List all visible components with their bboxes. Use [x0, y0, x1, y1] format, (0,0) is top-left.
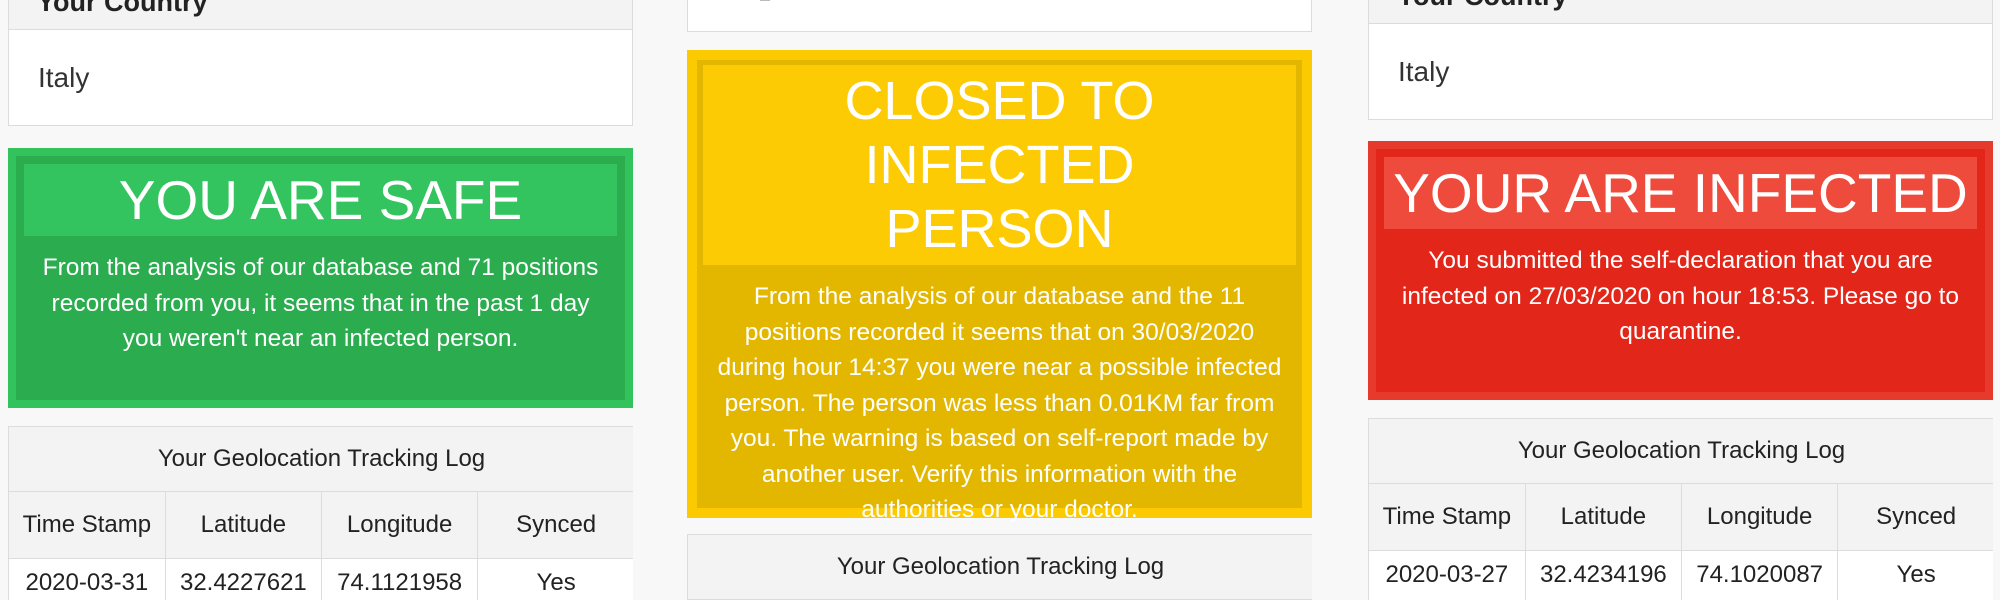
log-title: Your Geolocation Tracking Log — [688, 535, 1312, 600]
country-header: Your Country — [9, 0, 632, 30]
status-message: From the analysis of our database and th… — [717, 283, 1282, 523]
log-table: Time Stamp Latitude Longitude Synced 202… — [1369, 484, 1993, 600]
geolocation-log: Your Geolocation Tracking Log — [687, 534, 1312, 600]
table-row: 2020-03-31 32.4227621 74.1121958 Yes — [9, 558, 633, 600]
cell-timestamp: 2020-03-27 — [1369, 550, 1526, 600]
country-value: Italy — [1398, 56, 1450, 87]
cell-synced: Yes — [1896, 561, 1936, 588]
panel-safe: Your Country Italy YOU ARE SAFE From the… — [8, 0, 633, 600]
geolocation-log: Your Geolocation Tracking Log Time Stamp… — [1368, 418, 1993, 600]
country-header: Your Country — [1369, 0, 1992, 24]
status-title: YOUR ARE INFECTED — [1384, 157, 1977, 229]
log-title: Your Geolocation Tracking Log — [1369, 419, 1993, 484]
status-message: From the analysis of our database and 71… — [42, 254, 599, 352]
col-timestamp: Time Stamp — [1369, 484, 1526, 551]
top-card — [687, 0, 1312, 32]
status-infected-card: YOUR ARE INFECTED You submitted the self… — [1368, 141, 1993, 400]
status-title: CLOSED TO INFECTED PERSON — [703, 65, 1296, 265]
cell-longitude: 74.1121958 — [321, 558, 479, 600]
status-warning-card: CLOSED TO INFECTED PERSON From the analy… — [687, 50, 1312, 523]
status-title-line2: PERSON — [885, 199, 1114, 259]
col-latitude: Latitude — [1525, 484, 1683, 551]
status-message: You submitted the self-declaration that … — [1401, 247, 1960, 345]
country-card: Your Country Italy — [1368, 0, 1993, 120]
col-synced: Synced — [1837, 484, 1993, 551]
log-table: Time Stamp Latitude Longitude Synced 202… — [9, 492, 633, 600]
log-title: Your Geolocation Tracking Log — [9, 427, 633, 492]
col-timestamp: Time Stamp — [9, 492, 166, 559]
panel-infected: Your Country Italy YOUR ARE INFECTED You… — [1368, 0, 1993, 600]
cell-latitude: 32.4227621 — [165, 558, 323, 600]
cell-longitude: 74.1020087 — [1681, 550, 1839, 600]
geolocation-log: Your Geolocation Tracking Log Time Stamp… — [8, 426, 633, 600]
col-latitude: Latitude — [165, 492, 323, 559]
country-card: Your Country Italy — [8, 0, 633, 126]
status-title-line1: CLOSED TO INFECTED — [844, 71, 1155, 195]
panel-warning: CLOSED TO INFECTED PERSON From the analy… — [687, 0, 1312, 600]
cell-synced: Yes — [536, 569, 576, 596]
table-row: 2020-03-27 32.4234196 74.1020087 Yes — [1369, 550, 1993, 600]
col-synced: Synced — [477, 492, 633, 559]
cell-timestamp: 2020-03-31 — [9, 558, 166, 600]
status-title: YOU ARE SAFE — [24, 164, 617, 236]
status-safe-card: YOU ARE SAFE From the analysis of our da… — [8, 148, 633, 408]
col-longitude: Longitude — [321, 492, 479, 559]
country-value: Italy — [38, 62, 90, 93]
cell-latitude: 32.4234196 — [1525, 550, 1683, 600]
col-longitude: Longitude — [1681, 484, 1839, 551]
cutoff-glyph — [760, 0, 770, 1]
